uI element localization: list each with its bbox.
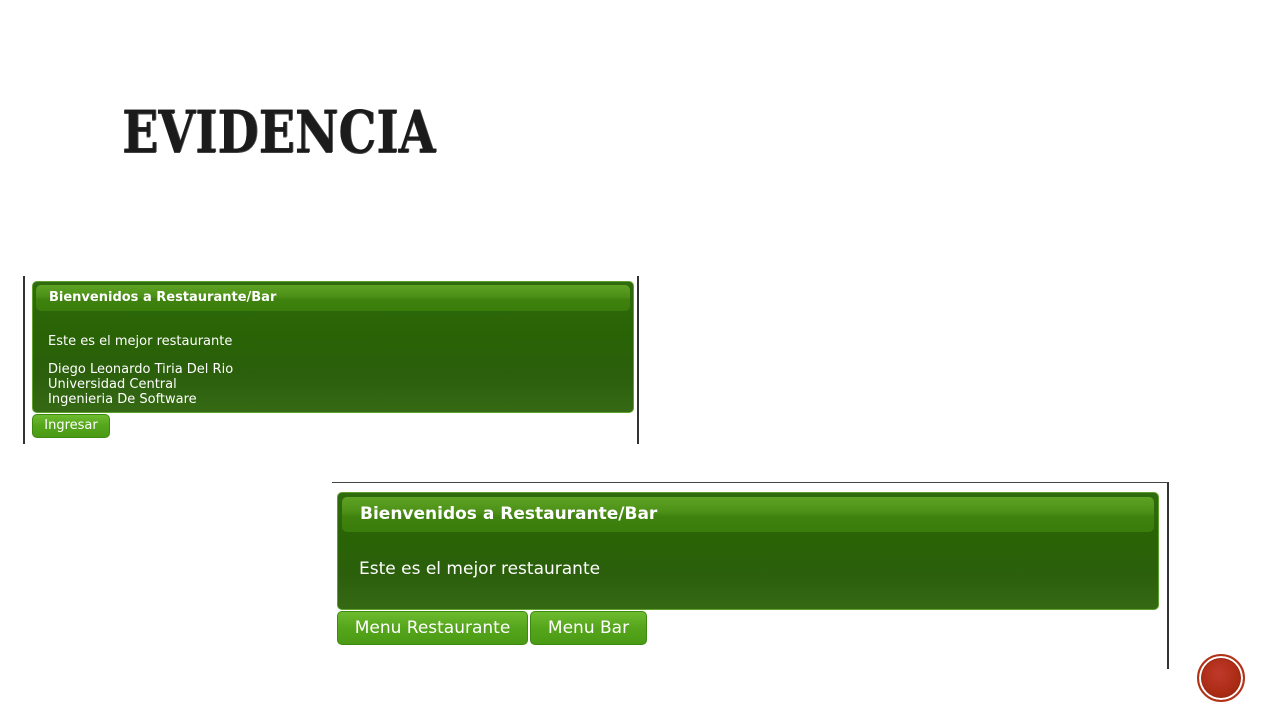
panel-subtitle: Este es el mejor restaurante [48, 334, 233, 349]
menu-restaurante-button[interactable]: Menu Restaurante [337, 611, 528, 645]
menu-bar-button[interactable]: Menu Bar [530, 611, 647, 645]
slide: EVIDENCIA Bienvenidos a Restaurante/Bar … [0, 0, 1280, 720]
welcome-panel: Bienvenidos a Restaurante/Bar Este es el… [337, 492, 1159, 610]
slide-title: EVIDENCIA [122, 98, 436, 166]
ingresar-button[interactable]: Ingresar [32, 414, 110, 438]
program-name: Ingenieria De Software [48, 392, 197, 407]
panel-subtitle: Este es el mejor restaurante [359, 559, 601, 579]
circle-nav-icon[interactable] [1197, 654, 1245, 702]
welcome-panel: Bienvenidos a Restaurante/Bar Este es el… [32, 281, 634, 413]
login-screenshot: Bienvenidos a Restaurante/Bar Este es el… [23, 276, 639, 444]
university-name: Universidad Central [48, 377, 177, 392]
author-name: Diego Leonardo Tiria Del Rio [48, 362, 234, 377]
panel-header: Bienvenidos a Restaurante/Bar [36, 285, 630, 311]
panel-header: Bienvenidos a Restaurante/Bar [342, 497, 1154, 532]
menu-screenshot: Bienvenidos a Restaurante/Bar Este es el… [332, 482, 1169, 669]
